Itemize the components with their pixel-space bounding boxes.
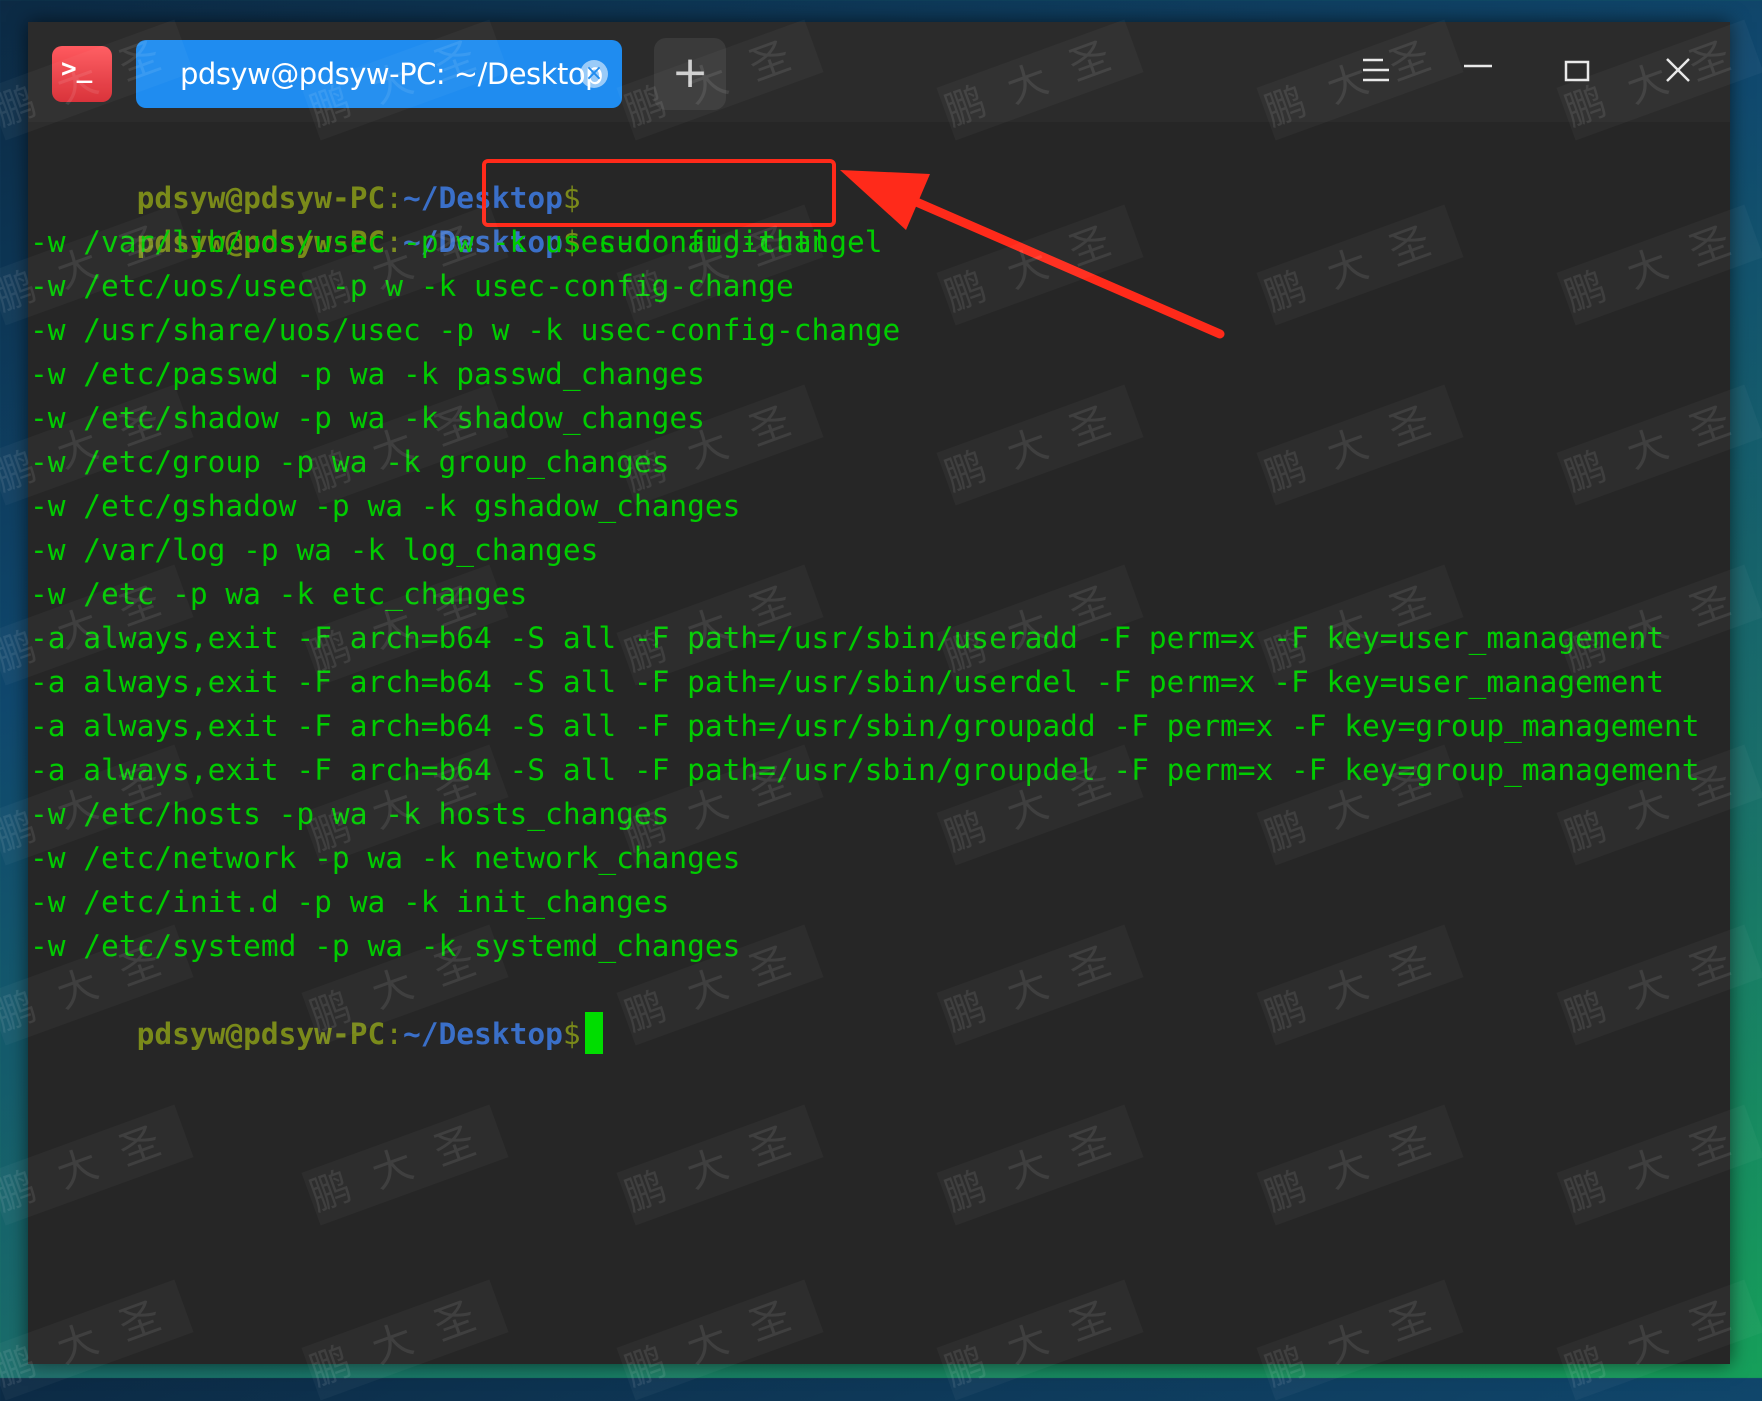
annotation-arrow-icon bbox=[840, 170, 1225, 339]
terminal-window: >_ pdsyw@pdsyw-PC: ~/Desktop × + pdsyw@p… bbox=[28, 22, 1730, 1364]
